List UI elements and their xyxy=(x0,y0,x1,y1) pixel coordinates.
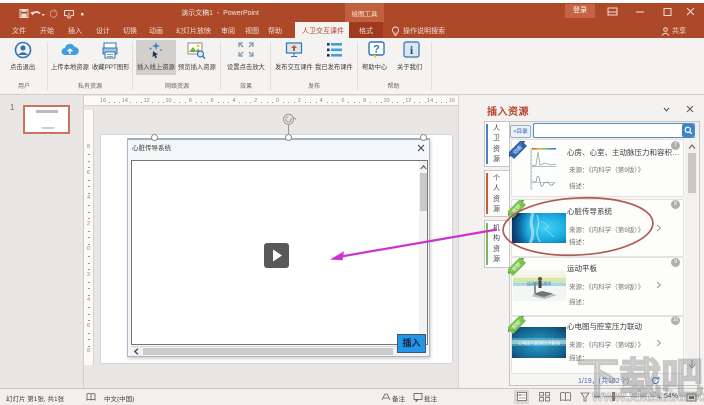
svg-text:?: ? xyxy=(373,44,380,56)
svg-text:心电图与腔室压力联动: 心电图与腔室压力联动 xyxy=(518,340,560,347)
